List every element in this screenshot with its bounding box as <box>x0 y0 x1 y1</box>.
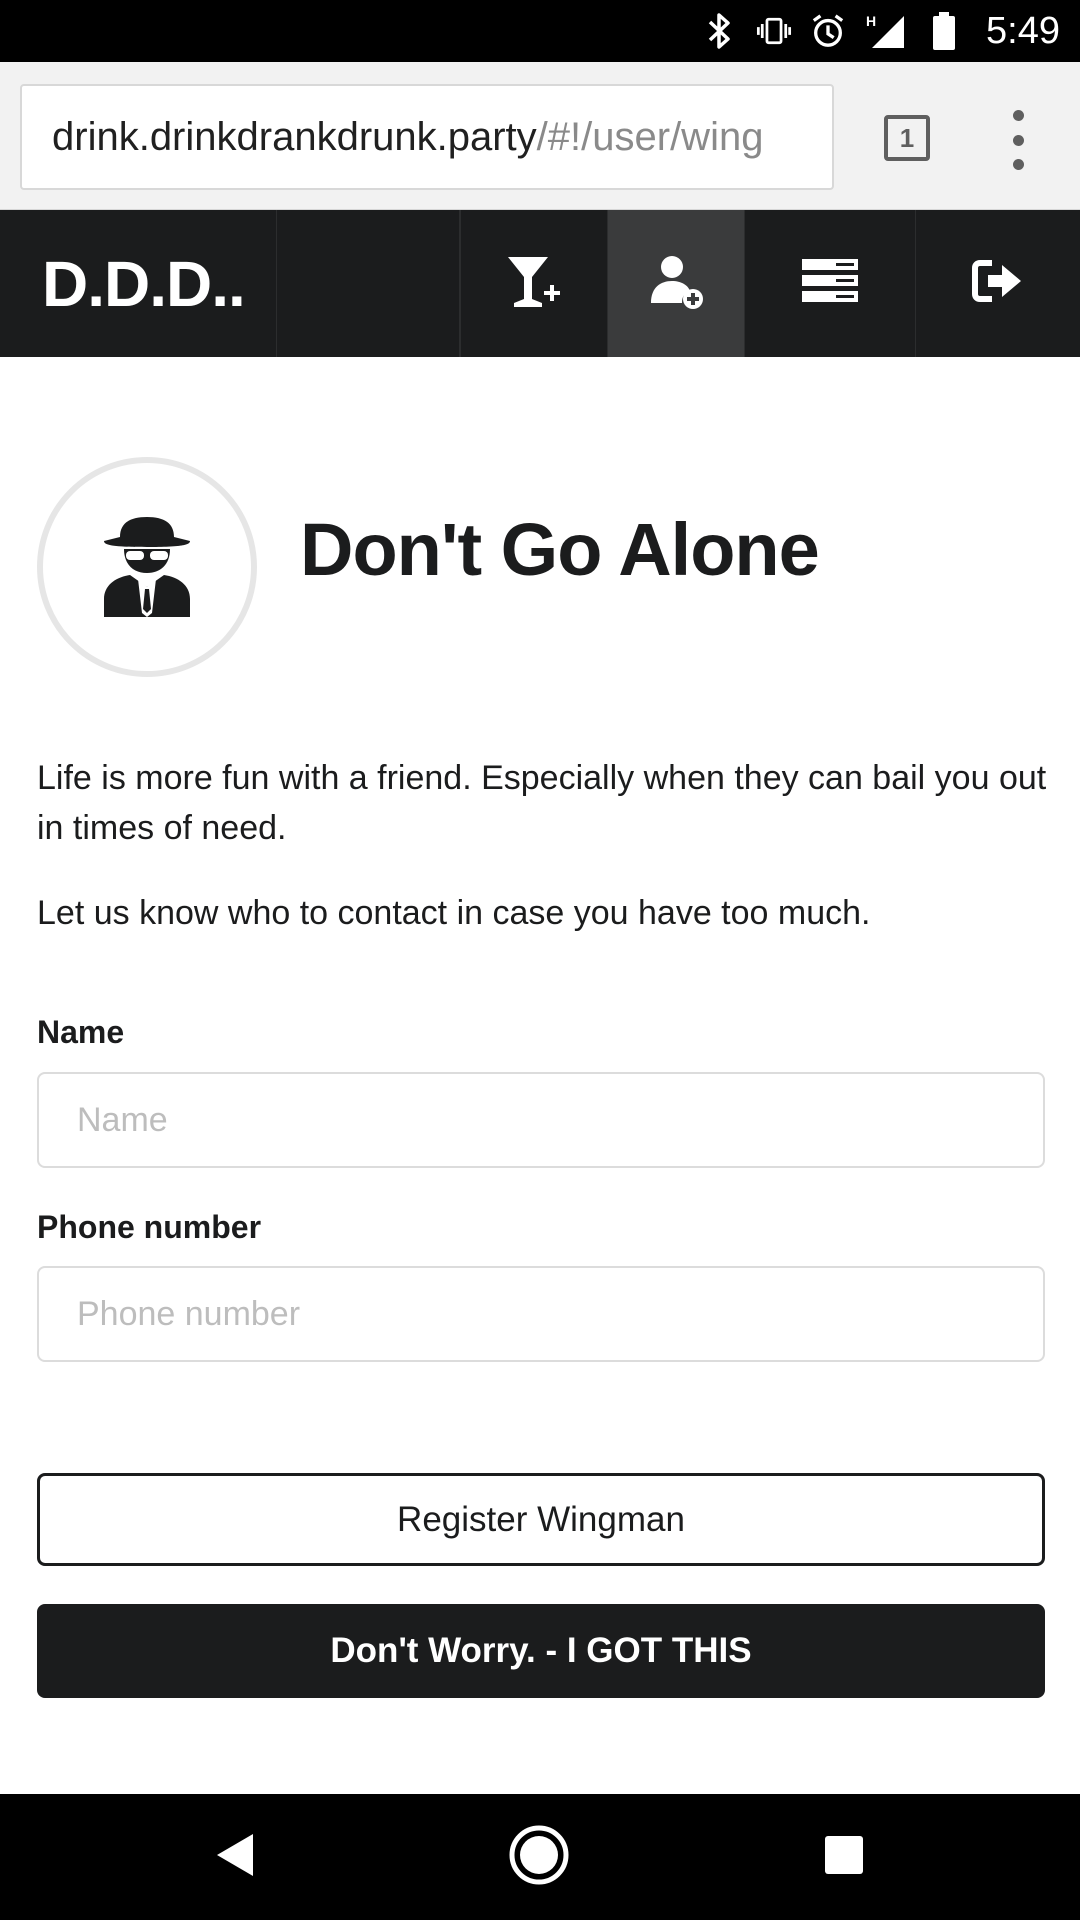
address-bar[interactable]: drink.drinkdrankdrunk.party/#!/user/wing <box>20 84 834 190</box>
recents-button[interactable] <box>784 1794 904 1920</box>
alarm-icon <box>810 13 846 49</box>
avatar <box>37 457 257 677</box>
back-button[interactable] <box>175 1794 295 1920</box>
sign-out-icon <box>972 259 1024 308</box>
phone-input[interactable] <box>37 1266 1045 1362</box>
instruction-paragraph: Let us know who to contact in case you h… <box>37 894 871 932</box>
add-drink-icon <box>504 253 564 314</box>
menu-item-add-drink[interactable] <box>460 210 607 357</box>
tab-switcher-button[interactable]: 1 <box>884 115 930 161</box>
menu-item-add-wingman[interactable] <box>607 210 744 357</box>
url-path: /#!/user/wing <box>536 114 764 159</box>
list-icon <box>802 257 858 310</box>
home-icon <box>508 1824 570 1891</box>
browser-toolbar: drink.drinkdrankdrunk.party/#!/user/wing… <box>0 62 1080 210</box>
bluetooth-icon <box>702 13 738 49</box>
dot-icon <box>1012 110 1024 121</box>
home-button[interactable] <box>479 1794 599 1920</box>
battery-icon <box>926 12 962 50</box>
register-wingman-button[interactable]: Register Wingman <box>37 1473 1045 1566</box>
spy-icon <box>102 513 192 622</box>
status-bar: H 5:49 <box>0 0 1080 62</box>
name-label: Name <box>37 1014 125 1050</box>
intro-paragraph: Life is more fun with a friend. Especial… <box>37 759 1047 847</box>
menu-item-sign-out[interactable] <box>915 210 1080 357</box>
name-input[interactable] <box>37 1072 1045 1168</box>
brand-logo[interactable]: D.D.D.. <box>0 210 277 357</box>
status-time: 5:49 <box>986 9 1060 52</box>
url-host: drink.drinkdrankdrunk.party <box>52 114 537 159</box>
status-icons: H 5:49 <box>702 0 1060 62</box>
android-nav-bar <box>0 1794 1080 1920</box>
skip-wingman-button[interactable]: Don't Worry. - I GOT THIS <box>37 1604 1045 1698</box>
vibrate-icon <box>756 13 792 49</box>
menu-item-list[interactable] <box>744 210 915 357</box>
phone-label: Phone number <box>37 1209 262 1245</box>
dot-icon <box>1012 134 1024 146</box>
menu-spacer <box>277 210 460 357</box>
recents-icon <box>824 1835 864 1880</box>
back-icon <box>215 1832 255 1883</box>
add-user-icon <box>648 253 704 314</box>
svg-text:H: H <box>866 13 876 29</box>
dot-icon <box>1012 159 1024 170</box>
app-menu: D.D.D.. <box>0 210 1080 357</box>
page-title: Don't Go Alone <box>300 508 820 591</box>
signal-icon: H <box>864 13 908 49</box>
browser-menu-button[interactable] <box>1000 110 1036 170</box>
